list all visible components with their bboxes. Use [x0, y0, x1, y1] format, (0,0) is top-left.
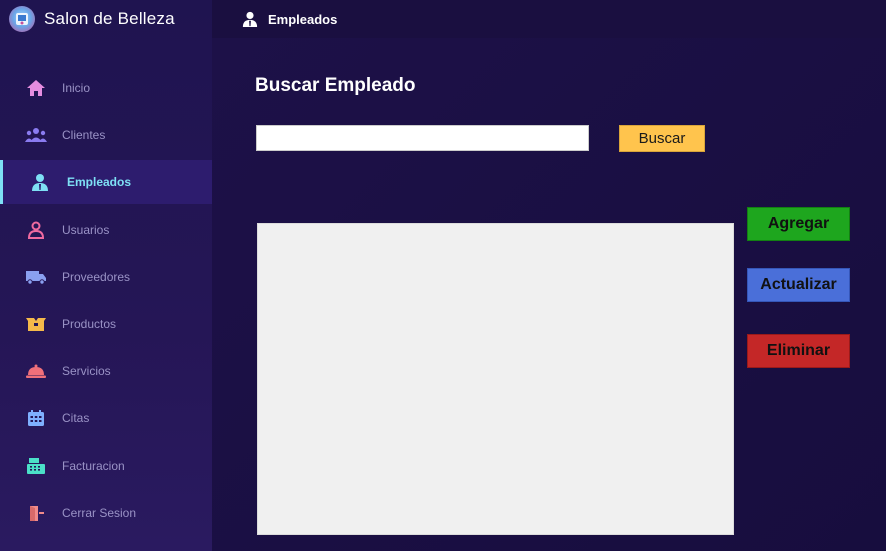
sidebar-item-clientes[interactable]: Clientes — [0, 113, 212, 157]
sidebar-item-cerrar-sesion[interactable]: Cerrar Sesion — [0, 491, 212, 535]
sidebar-item-label: Facturacion — [62, 458, 125, 473]
search-input[interactable] — [256, 125, 589, 151]
update-button[interactable]: Actualizar — [747, 268, 850, 302]
user-icon — [25, 219, 47, 241]
page-title: Empleados — [268, 11, 338, 27]
sidebar-item-proveedores[interactable]: Proveedores — [0, 255, 212, 299]
search-button[interactable]: Buscar — [619, 125, 705, 152]
sidebar-item-facturacion[interactable]: Facturacion — [0, 444, 212, 488]
sidebar-item-label: Empleados — [67, 175, 132, 190]
cash-register-icon — [25, 455, 47, 477]
delete-button[interactable]: Eliminar — [747, 334, 850, 368]
truck-icon — [25, 266, 47, 288]
employee-icon — [242, 10, 260, 28]
logout-icon — [25, 502, 47, 524]
sidebar-item-label: Usuarios — [62, 222, 110, 237]
employees-table[interactable] — [257, 223, 734, 535]
sidebar-item-label: Cerrar Sesion — [62, 505, 137, 520]
sidebar-item-label: Proveedores — [62, 269, 131, 284]
salon-logo-icon — [9, 6, 35, 32]
box-icon — [25, 313, 47, 335]
home-icon — [25, 77, 47, 99]
sidebar-item-label: Servicios — [62, 364, 111, 379]
section-title: Buscar Empleado — [255, 75, 416, 96]
page-header: Empleados — [212, 0, 886, 38]
calendar-icon — [25, 407, 47, 429]
app-title: Salon de Belleza — [44, 9, 175, 28]
sidebar-item-citas[interactable]: Citas — [0, 396, 212, 440]
sidebar-item-inicio[interactable]: Inicio — [0, 66, 212, 110]
employee-icon — [29, 171, 51, 193]
sidebar-item-usuarios[interactable]: Usuarios — [0, 208, 212, 252]
sidebar-item-label: Citas — [62, 411, 90, 426]
brand: Salon de Belleza — [0, 0, 212, 38]
sidebar-item-servicios[interactable]: Servicios — [0, 349, 212, 393]
sidebar-item-label: Clientes — [62, 128, 106, 143]
clients-icon — [25, 124, 47, 146]
sidebar-item-empleados[interactable]: Empleados — [0, 160, 212, 205]
sidebar-nav: Inicio Clientes Empleados Usuarios Prove… — [0, 66, 212, 538]
bell-icon — [25, 360, 47, 382]
sidebar: Salon de Belleza Inicio Clientes Emplead… — [0, 0, 212, 551]
sidebar-item-label: Productos — [62, 316, 117, 331]
sidebar-item-label: Inicio — [62, 81, 91, 95]
sidebar-item-productos[interactable]: Productos — [0, 302, 212, 346]
add-button[interactable]: Agregar — [747, 207, 850, 241]
